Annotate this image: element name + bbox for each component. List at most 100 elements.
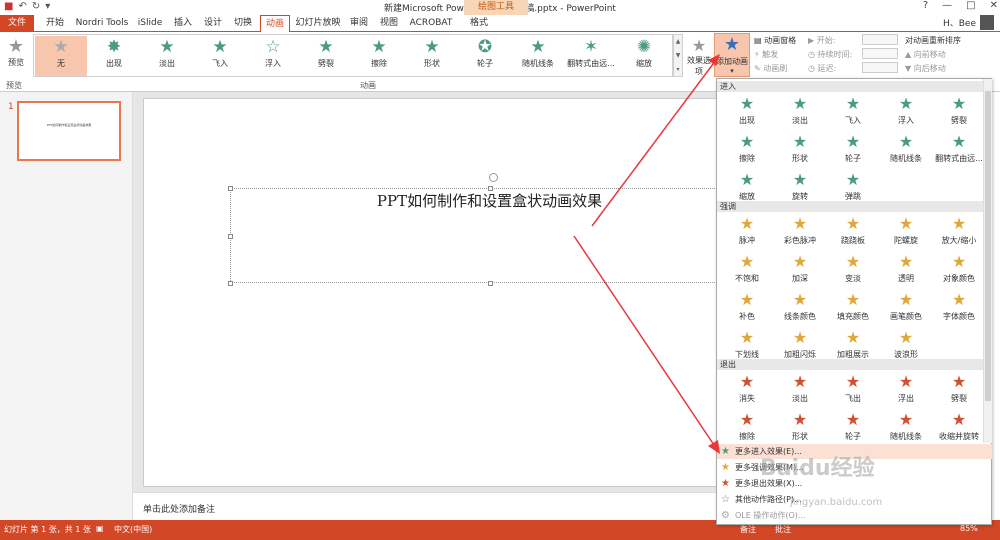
help-icon[interactable]: ? <box>923 0 928 11</box>
ole-action[interactable]: ⚙ OLE 操作动作(O)... <box>717 508 992 523</box>
user-account[interactable]: H、Bee <box>943 15 994 30</box>
add-animation-button[interactable]: ★ 添加动画 ▾ <box>714 33 750 77</box>
entrance-effect-item[interactable]: ★ 轮子 <box>827 131 879 167</box>
gallery-item-split[interactable]: ★ 劈裂 <box>300 36 352 76</box>
gallery-item-zoom[interactable]: ✺ 缩放 <box>618 36 670 76</box>
emphasis-effect-item[interactable]: ★ 字体颜色 <box>933 289 985 325</box>
emphasis-effect-item[interactable]: ★ 波浪形 <box>880 327 932 363</box>
close-icon[interactable]: ✕ <box>990 0 998 11</box>
entrance-effect-item[interactable]: ★ 弹跳 <box>827 169 879 205</box>
entrance-effect-item[interactable]: ★ 出现 <box>721 93 773 129</box>
emphasis-effect-item[interactable]: ★ 不饱和 <box>721 251 773 287</box>
tab-slideshow[interactable]: 幻灯片放映 <box>294 15 342 32</box>
entrance-effect-item[interactable]: ★ 擦除 <box>721 131 773 167</box>
gallery-item-none[interactable]: ★ 无 <box>35 36 87 76</box>
delay-input[interactable] <box>862 62 898 73</box>
duration-field[interactable]: ◷ 持续时间: <box>808 49 852 60</box>
gallery-item-appear[interactable]: ✸ 出现 <box>88 36 140 76</box>
entrance-effect-item[interactable]: ★ 旋转 <box>774 169 826 205</box>
emphasis-effect-item[interactable]: ★ 线条颜色 <box>774 289 826 325</box>
tab-transitions[interactable]: 切换 <box>230 15 256 32</box>
exit-effect-item[interactable]: ★ 轮子 <box>827 409 879 445</box>
zoom-level[interactable]: 85% <box>960 524 978 533</box>
gallery-item-wipe[interactable]: ★ 擦除 <box>353 36 405 76</box>
trigger-button[interactable]: ⚡ 触发 <box>754 49 778 60</box>
exit-effect-item[interactable]: ★ 消失 <box>721 371 773 407</box>
tab-acrobat[interactable]: ACROBAT <box>406 15 456 32</box>
effect-options-button[interactable]: ★ 效果选项 <box>686 36 712 77</box>
exit-effect-item[interactable]: ★ 浮出 <box>880 371 932 407</box>
gallery-item-random-bars[interactable]: ★ 随机线条 <box>512 36 564 76</box>
resize-handle[interactable] <box>228 281 233 286</box>
entrance-effect-item[interactable]: ★ 随机线条 <box>880 131 932 167</box>
entrance-effect-item[interactable]: ★ 劈裂 <box>933 93 985 129</box>
start-select[interactable] <box>862 34 898 45</box>
move-later-button[interactable]: ▼ 向后移动 <box>905 63 946 74</box>
tab-islide[interactable]: iSlide <box>134 15 166 32</box>
emphasis-effect-item[interactable]: ★ 画笔颜色 <box>880 289 932 325</box>
animation-painter-button[interactable]: ✎ 动画刷 <box>754 63 787 74</box>
tab-home[interactable]: 开始 <box>40 15 70 32</box>
gallery-item-float-in[interactable]: ☆ 浮入 <box>247 36 299 76</box>
emphasis-effect-item[interactable]: ★ 对象颜色 <box>933 251 985 287</box>
menu-scrollbar[interactable] <box>983 79 992 443</box>
tab-insert[interactable]: 插入 <box>170 15 196 32</box>
delay-field[interactable]: ◷ 延迟: <box>808 63 836 74</box>
gallery-scroll[interactable]: ▲ ▼ ▾ <box>673 34 683 77</box>
duration-input[interactable] <box>862 48 898 59</box>
tab-nordri-tools[interactable]: Nordri Tools <box>74 15 130 32</box>
emphasis-effect-item[interactable]: ★ 加粗展示 <box>827 327 879 363</box>
emphasis-effect-item[interactable]: ★ 下划线 <box>721 327 773 363</box>
entrance-effect-item[interactable]: ★ 缩放 <box>721 169 773 205</box>
entrance-effect-item[interactable]: ★ 形状 <box>774 131 826 167</box>
gallery-item-fly-in[interactable]: ★ 飞入 <box>194 36 246 76</box>
exit-effect-item[interactable]: ★ 飞出 <box>827 371 879 407</box>
tab-review[interactable]: 审阅 <box>346 15 372 32</box>
menu-scroll-thumb[interactable] <box>985 91 991 401</box>
emphasis-effect-item[interactable]: ★ 补色 <box>721 289 773 325</box>
start-field[interactable]: ▶ 开始: <box>808 35 835 46</box>
exit-effect-item[interactable]: ★ 随机线条 <box>880 409 932 445</box>
tab-animations[interactable]: 动画 <box>260 15 290 33</box>
tab-design[interactable]: 设计 <box>200 15 226 32</box>
animation-pane-button[interactable]: ▤ 动画窗格 <box>754 35 796 46</box>
exit-effect-item[interactable]: ★ 淡出 <box>774 371 826 407</box>
entrance-effect-item[interactable]: ★ 淡出 <box>774 93 826 129</box>
slide-thumbnail[interactable]: PPT如何制作和设置盒状动画效果 <box>17 101 121 161</box>
title-textbox[interactable]: PPT如何制作和设置盒状动画效果 <box>228 173 749 286</box>
language-indicator[interactable]: 中文(中国) <box>114 524 152 535</box>
exit-effect-item[interactable]: ★ 劈裂 <box>933 371 985 407</box>
exit-effect-item[interactable]: ★ 形状 <box>774 409 826 445</box>
emphasis-effect-item[interactable]: ★ 加深 <box>774 251 826 287</box>
emphasis-effect-item[interactable]: ★ 跷跷板 <box>827 213 879 249</box>
emphasis-effect-item[interactable]: ★ 脉冲 <box>721 213 773 249</box>
emphasis-effect-item[interactable]: ★ 放大/缩小 <box>933 213 985 249</box>
gallery-item-grow-turn[interactable]: ✶ 翻转式由远... <box>565 36 617 76</box>
entrance-effect-item[interactable]: ★ 翻转式由远... <box>933 131 985 167</box>
emphasis-effect-item[interactable]: ★ 变淡 <box>827 251 879 287</box>
gallery-item-shape[interactable]: ★ 形状 <box>406 36 458 76</box>
emphasis-effect-item[interactable]: ★ 透明 <box>880 251 932 287</box>
minimize-icon[interactable]: — <box>942 0 952 11</box>
emphasis-effect-item[interactable]: ★ 加粗闪烁 <box>774 327 826 363</box>
entrance-effect-item[interactable]: ★ 飞入 <box>827 93 879 129</box>
notes-toggle[interactable]: 备注 <box>740 524 756 535</box>
slide-canvas[interactable]: PPT如何制作和设置盒状动画效果 <box>143 98 749 487</box>
gallery-item-wheel[interactable]: ✪ 轮子 <box>459 36 511 76</box>
move-earlier-button[interactable]: ▲ 向前移动 <box>905 49 946 60</box>
emphasis-effect-item[interactable]: ★ 彩色脉冲 <box>774 213 826 249</box>
preview-button[interactable]: ★ 预览 <box>3 36 29 68</box>
tab-file[interactable]: 文件 <box>0 15 34 32</box>
notes-pane[interactable]: 单击此处添加备注 <box>133 492 716 520</box>
resize-handle[interactable] <box>488 281 493 286</box>
maximize-icon[interactable]: □ <box>966 0 975 11</box>
tab-view[interactable]: 视图 <box>376 15 402 32</box>
entrance-effect-item[interactable]: ★ 浮入 <box>880 93 932 129</box>
emphasis-effect-item[interactable]: ★ 填充颜色 <box>827 289 879 325</box>
tab-format[interactable]: 格式 <box>466 15 492 32</box>
exit-effect-item[interactable]: ★ 收缩并旋转 <box>933 409 985 445</box>
comments-toggle[interactable]: 批注 <box>775 524 791 535</box>
resize-handle[interactable] <box>228 234 233 239</box>
gallery-item-fade[interactable]: ★ 淡出 <box>141 36 193 76</box>
emphasis-effect-item[interactable]: ★ 陀螺旋 <box>880 213 932 249</box>
